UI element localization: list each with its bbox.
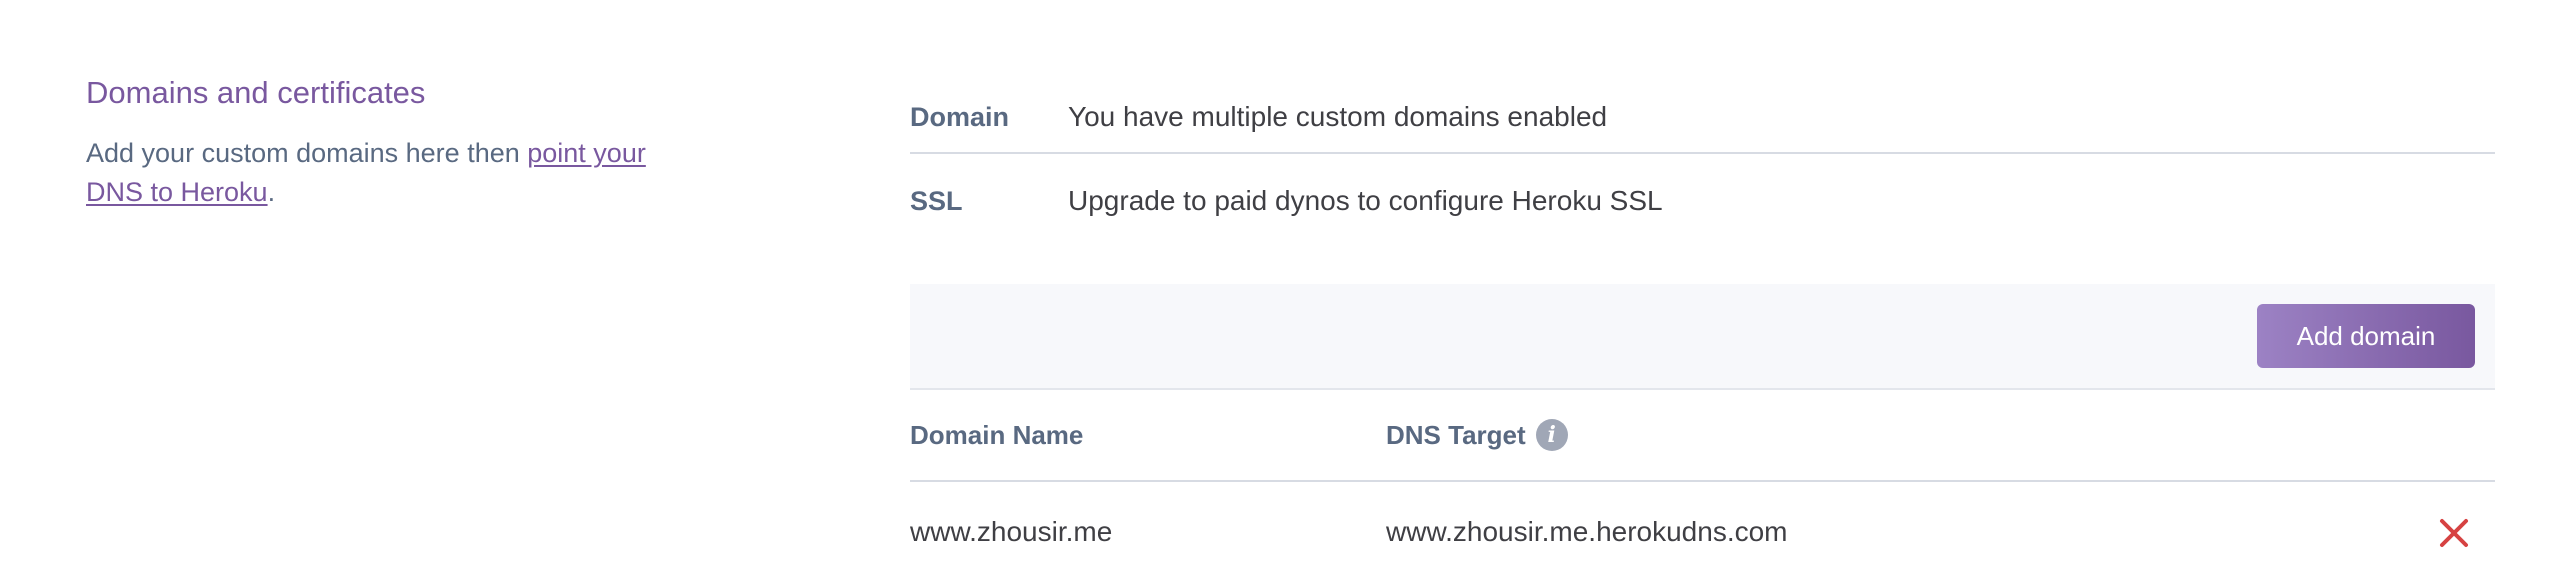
section-description-panel: Domains and certificates Add your custom… (86, 72, 646, 212)
section-description-text: Add your custom domains here then (86, 138, 528, 168)
section-title: Domains and certificates (86, 75, 426, 110)
domain-name-cell: www.zhousir.me (910, 516, 1113, 547)
ssl-label: SSL (910, 185, 963, 216)
section-description: Add your custom domains here then point … (86, 134, 646, 212)
column-header-domain-name: Domain Name (910, 419, 1084, 450)
domain-label: Domain (910, 101, 1010, 132)
ssl-info-row: SSL Upgrade to paid dynos to configure H… (910, 176, 2495, 226)
domains-panel: Domain You have multiple custom domains … (910, 82, 2495, 582)
close-icon[interactable] (2437, 516, 2471, 550)
domains-table-header: Domain Name DNS Target i (910, 390, 2495, 482)
column-header-dns-target: DNS Target i (1386, 419, 1568, 451)
column-header-dns-target-label: DNS Target (1386, 419, 1526, 450)
dns-target-cell: www.zhousir.me.herokudns.com (1386, 516, 1788, 547)
ssl-value: Upgrade to paid dynos to configure Herok… (1068, 185, 1663, 216)
section-description-suffix: . (267, 177, 276, 207)
domains-toolbar: Add domain (910, 284, 2495, 390)
domain-value: You have multiple custom domains enabled (1068, 101, 1608, 132)
domain-info-row: Domain You have multiple custom domains … (910, 82, 2495, 154)
info-icon[interactable]: i (1535, 419, 1568, 451)
table-row: www.zhousir.me www.zhousir.me.herokudns.… (910, 482, 2495, 582)
add-domain-button[interactable]: Add domain (2257, 304, 2475, 368)
